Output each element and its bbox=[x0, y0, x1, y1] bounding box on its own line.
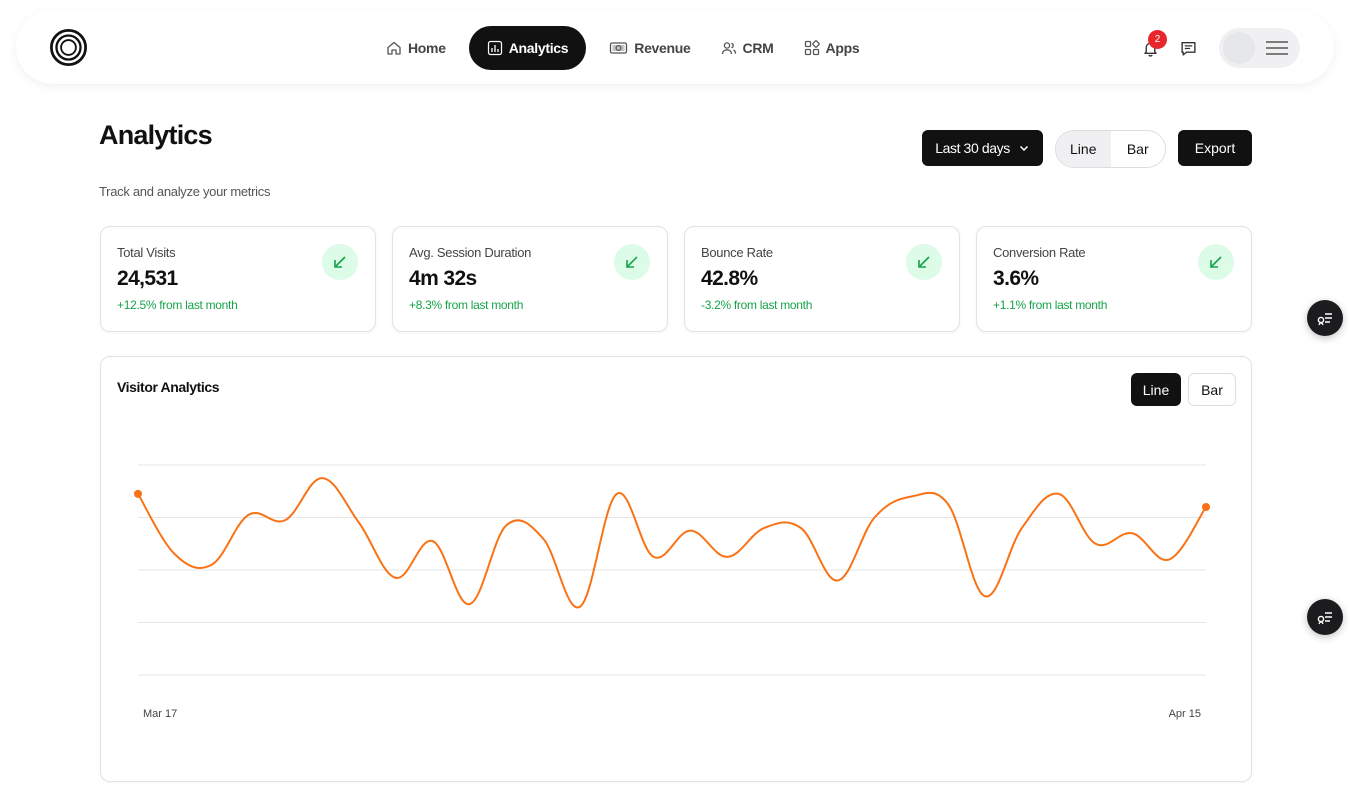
line-toggle-button[interactable]: Line bbox=[1056, 131, 1111, 167]
trend-arrow-icon bbox=[614, 244, 650, 280]
profile-menu[interactable] bbox=[1219, 28, 1300, 68]
bar-toggle-button[interactable]: Bar bbox=[1111, 131, 1166, 167]
nav-item-home[interactable]: Home bbox=[371, 26, 461, 70]
visitor-analytics-card: Mar 17 Apr 15 Visitor Analytics Line Bar bbox=[100, 356, 1252, 782]
floating-tools-button[interactable] bbox=[1307, 599, 1343, 635]
date-range-label: Last 30 days bbox=[935, 140, 1010, 156]
stat-label: Total Visits bbox=[117, 245, 176, 260]
users-icon bbox=[721, 42, 736, 55]
chart-bar-button[interactable]: Bar bbox=[1188, 373, 1236, 406]
data-point bbox=[1202, 503, 1210, 511]
trend-arrow-icon bbox=[906, 244, 942, 280]
floating-tools-button[interactable] bbox=[1307, 300, 1343, 336]
data-point bbox=[134, 489, 142, 498]
nav-item-revenue[interactable]: Revenue bbox=[594, 26, 705, 70]
nav-item-label: Revenue bbox=[634, 40, 691, 56]
stat-card-bounce-rate: Bounce Rate 42.8% -3.2% from last month bbox=[684, 226, 960, 332]
nav-item-label: Analytics bbox=[508, 40, 569, 56]
message-icon bbox=[1180, 41, 1196, 56]
trend-arrow-icon bbox=[1198, 244, 1234, 280]
x-tick-label-start: Mar 17 bbox=[143, 708, 177, 720]
x-tick-label-end: Apr 15 bbox=[1169, 708, 1201, 720]
logo-icon[interactable] bbox=[50, 29, 87, 66]
avatar bbox=[1223, 32, 1255, 64]
hamburger-menu-icon bbox=[1266, 41, 1288, 55]
stat-card-session-duration: Avg. Session Duration 4m 32s +8.3% from … bbox=[392, 226, 668, 332]
nav-item-apps[interactable]: Apps bbox=[789, 26, 875, 70]
chart-type-toggle: Line Bar bbox=[1055, 130, 1166, 168]
stat-value: 42.8% bbox=[701, 267, 758, 290]
nav-actions: 2 bbox=[1133, 28, 1300, 68]
bar-chart-icon bbox=[487, 40, 502, 56]
page-subtitle: Track and analyze your metrics bbox=[99, 184, 271, 199]
stat-card-total-visits: Total Visits 24,531 +12.5% from last mon… bbox=[100, 226, 376, 332]
settings-list-icon bbox=[1317, 612, 1332, 625]
stat-label: Avg. Session Duration bbox=[409, 245, 532, 260]
stat-card-conversion-rate: Conversion Rate 3.6% +1.1% from last mon… bbox=[976, 226, 1252, 332]
export-button[interactable]: Export bbox=[1178, 130, 1252, 166]
nav-item-crm[interactable]: CRM bbox=[706, 26, 789, 70]
stat-label: Bounce Rate bbox=[701, 245, 773, 260]
settings-list-icon bbox=[1317, 313, 1332, 326]
chevron-down-icon bbox=[1019, 145, 1028, 152]
date-range-dropdown[interactable]: Last 30 days bbox=[922, 130, 1043, 166]
stat-value: 24,531 bbox=[117, 267, 178, 290]
chart-title: Visitor Analytics bbox=[117, 379, 220, 395]
apps-grid-icon bbox=[804, 40, 820, 56]
stat-label: Conversion Rate bbox=[993, 245, 1086, 260]
nav-item-label: Home bbox=[408, 40, 446, 56]
stat-change: +1.1% from last month bbox=[993, 298, 1108, 312]
stat-value: 4m 32s bbox=[409, 267, 477, 290]
visitor-line-chart: Mar 17 Apr 15 bbox=[134, 464, 1210, 720]
trend-arrow-icon bbox=[322, 244, 358, 280]
stat-change: +8.3% from last month bbox=[409, 298, 524, 312]
main-nav: Home Analytics Revenue CRM Apps bbox=[371, 26, 874, 70]
home-icon bbox=[387, 41, 401, 55]
page-title: Analytics bbox=[99, 120, 213, 150]
notifications-button[interactable]: 2 bbox=[1133, 30, 1167, 65]
stat-change: -3.2% from last month bbox=[701, 298, 813, 312]
notification-badge: 2 bbox=[1148, 30, 1167, 49]
top-navbar: Home Analytics Revenue CRM Apps 2 bbox=[16, 10, 1334, 84]
messages-button[interactable] bbox=[1171, 31, 1205, 65]
series-line bbox=[137, 477, 1207, 609]
cash-icon bbox=[610, 42, 628, 54]
nav-item-analytics[interactable]: Analytics bbox=[468, 26, 587, 70]
chart-line-button[interactable]: Line bbox=[1131, 373, 1181, 406]
stat-change: +12.5% from last month bbox=[117, 298, 238, 312]
stat-value: 3.6% bbox=[993, 267, 1039, 290]
nav-item-label: Apps bbox=[825, 40, 860, 56]
nav-item-label: CRM bbox=[742, 40, 774, 56]
